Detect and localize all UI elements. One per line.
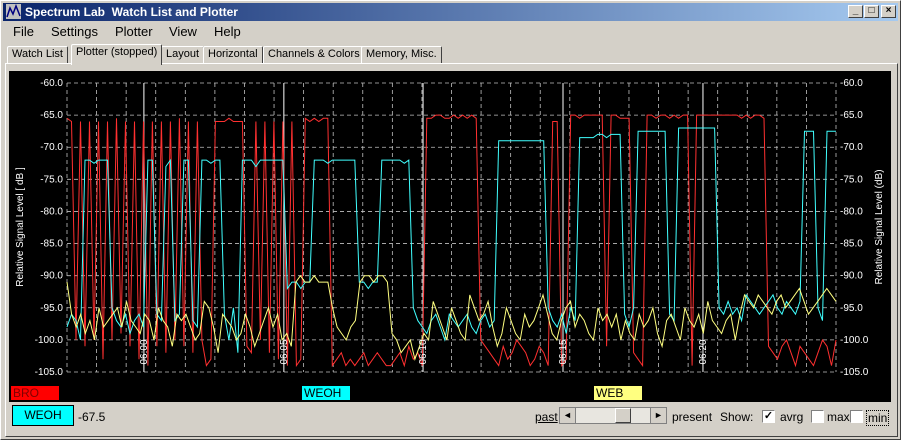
close-button[interactable]: ×: [881, 5, 896, 18]
y-tick-left: -60.0: [40, 78, 63, 89]
min-label: min: [866, 410, 890, 426]
y-tick-left: -75.0: [40, 174, 63, 185]
time-label: 06:20: [698, 339, 709, 364]
y-tick-left: -100.0: [35, 335, 64, 346]
y-tick-left: -95.0: [40, 303, 63, 314]
channel-value: -67.5: [78, 410, 106, 424]
y-tick-left: -90.0: [40, 271, 63, 282]
channel-label-web: WEB: [596, 386, 623, 400]
menu-bar: File Settings Plotter View Help: [3, 22, 898, 42]
present-label: present: [672, 410, 713, 424]
y-tick-right: -65.0: [840, 110, 863, 121]
y-tick-right: -90.0: [840, 271, 863, 282]
menu-settings[interactable]: Settings: [51, 24, 98, 39]
menu-file[interactable]: File: [13, 24, 34, 39]
y-tick-right: -60.0: [840, 78, 863, 89]
maximize-button[interactable]: □: [864, 5, 879, 18]
time-label: 06:00: [139, 339, 150, 364]
y-tick-right: -95.0: [840, 303, 863, 314]
tab-watch-list[interactable]: Watch List: [7, 46, 68, 63]
tab-memory-misc[interactable]: Memory, Misc.: [361, 46, 442, 63]
channel-label-weoh: WEOH: [304, 386, 341, 400]
time-scrollbar[interactable]: ◄ ►: [559, 407, 667, 424]
channel-label-bro: BRO: [13, 386, 39, 400]
menu-help[interactable]: Help: [214, 24, 241, 39]
avrg-label: avrg: [780, 410, 804, 424]
channel-select-button[interactable]: WEOH: [12, 405, 74, 426]
max-label: max: [827, 410, 850, 424]
time-label: 06:10: [418, 339, 429, 364]
scroll-thumb[interactable]: [615, 408, 631, 423]
y-tick-left: -85.0: [40, 239, 63, 250]
menu-plotter[interactable]: Plotter: [115, 24, 153, 39]
y-tick-right: -105.0: [840, 367, 869, 378]
y-tick-right: -70.0: [840, 142, 863, 153]
tab-horizontal[interactable]: Horizontal: [203, 46, 263, 63]
tab-strip: Watch List Plotter (stopped) Layout Hori…: [5, 44, 898, 65]
app-icon: [6, 4, 21, 19]
window-title: Spectrum Lab Watch List and Plotter: [25, 5, 238, 19]
y-tick-right: -80.0: [840, 206, 863, 217]
tab-plotter[interactable]: Plotter (stopped): [71, 44, 163, 65]
y-axis-label-left: Relative Signal Level [ dB ]: [15, 167, 26, 287]
menu-view[interactable]: View: [169, 24, 197, 39]
min-checkbox[interactable]: [850, 410, 863, 423]
y-axis-label-right: Relative Signal Level (dB): [874, 169, 885, 284]
avrg-checkbox[interactable]: ✓: [762, 410, 775, 423]
y-tick-left: -105.0: [35, 367, 64, 378]
y-tick-right: -75.0: [840, 174, 863, 185]
y-tick-left: -80.0: [40, 206, 63, 217]
y-tick-right: -85.0: [840, 239, 863, 250]
time-label: 06:05: [279, 339, 290, 364]
tab-layout[interactable]: Layout: [161, 46, 205, 63]
past-label: past: [535, 410, 558, 424]
time-label: 06:15: [558, 339, 569, 364]
y-tick-left: -65.0: [40, 110, 63, 121]
max-checkbox[interactable]: [811, 410, 824, 423]
show-label: Show:: [720, 410, 754, 424]
y-tick-right: -100.0: [840, 335, 869, 346]
y-tick-left: -70.0: [40, 142, 63, 153]
minimize-button[interactable]: _: [848, 5, 863, 18]
scroll-left-button[interactable]: ◄: [560, 408, 576, 423]
signal-plot[interactable]: -60.0 -65.0 -70.0 -75.0 -80.0 -85.0 -90.0 -95.0…: [9, 71, 891, 402]
scroll-right-button[interactable]: ►: [650, 408, 666, 423]
title-bar[interactable]: Spectrum Lab Watch List and Plotter _ □ …: [3, 3, 898, 21]
tab-channels-colors[interactable]: Channels & Colors: [263, 46, 365, 63]
